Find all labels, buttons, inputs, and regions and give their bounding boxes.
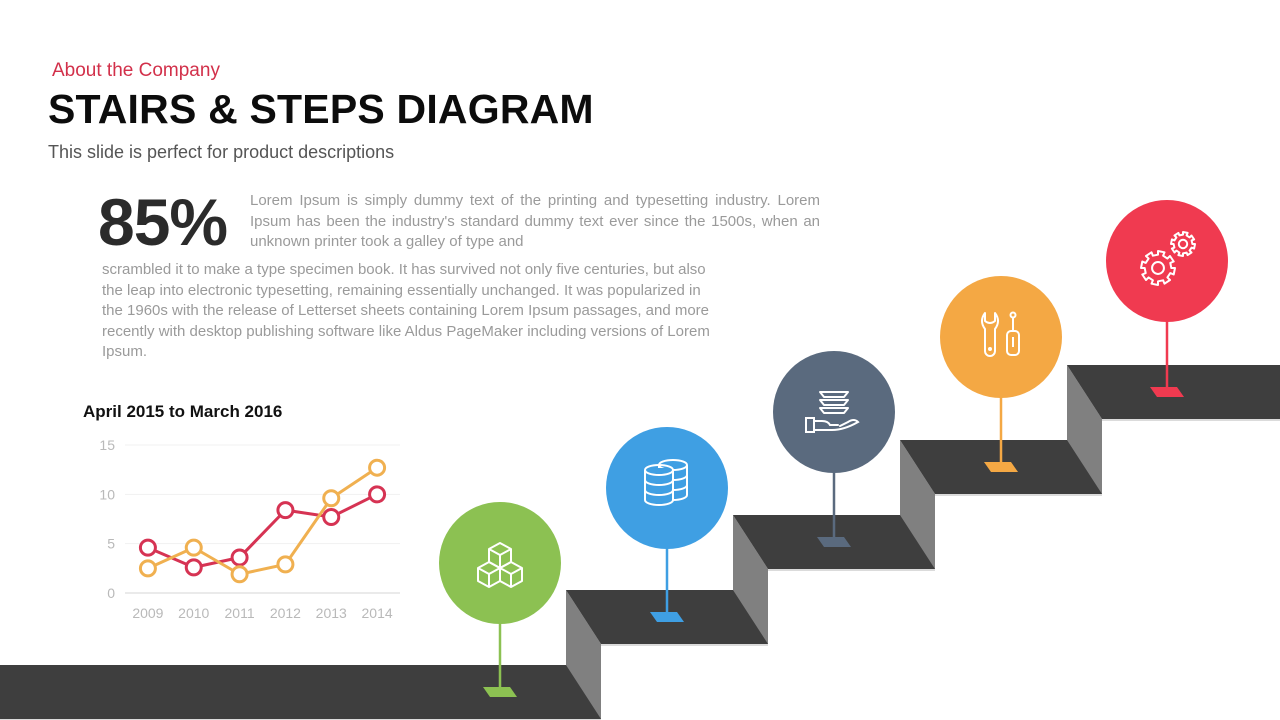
stairs-diagram (0, 200, 1280, 720)
step-5-circle[interactable] (1106, 200, 1228, 322)
step-4-circle[interactable] (940, 276, 1062, 398)
